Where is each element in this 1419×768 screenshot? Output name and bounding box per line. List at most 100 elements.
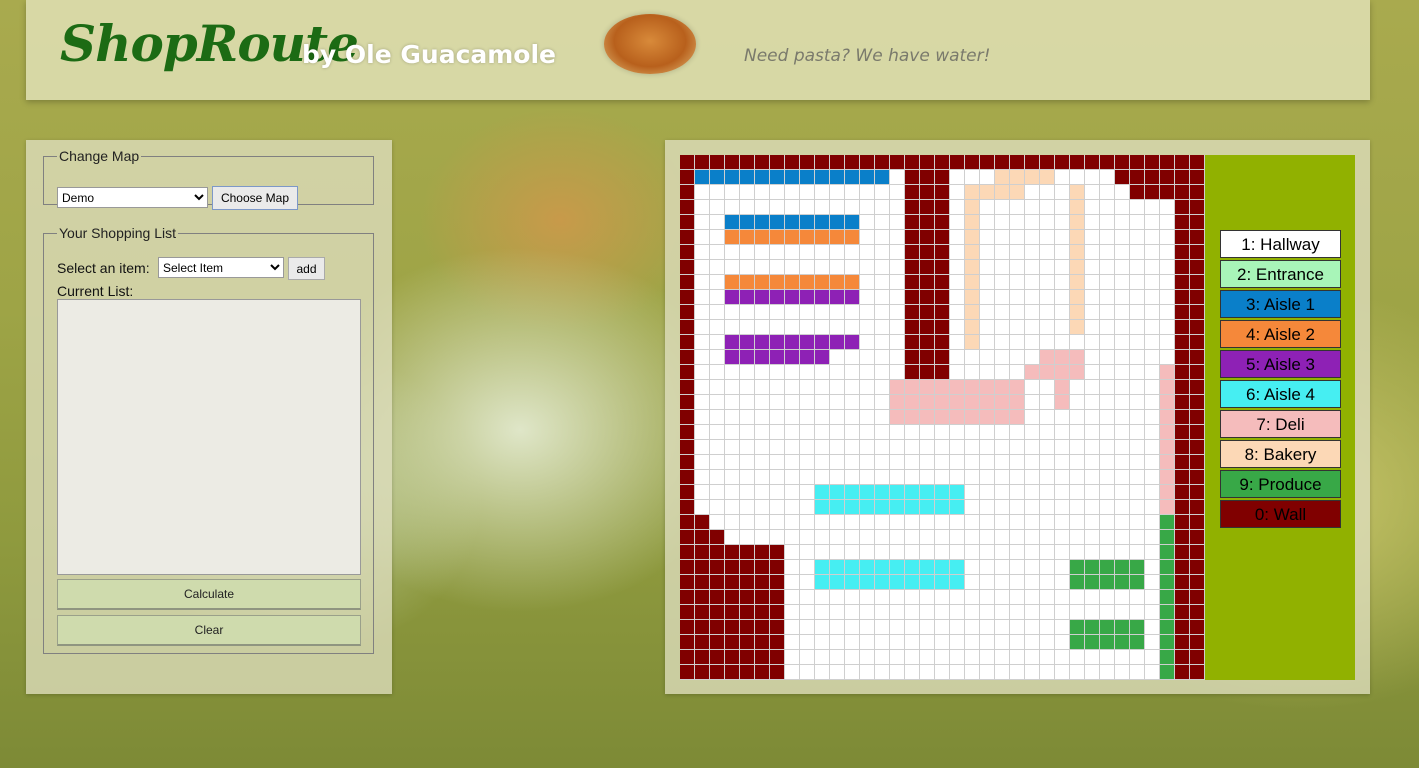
map-cell	[710, 185, 725, 200]
map-cell	[1115, 560, 1130, 575]
map-cell	[1100, 605, 1115, 620]
map-cell	[710, 365, 725, 380]
map-cell	[980, 170, 995, 185]
legend-item: 2: Entrance	[1220, 260, 1341, 288]
map-cell	[1130, 515, 1145, 530]
map-cell	[800, 590, 815, 605]
map-cell	[830, 275, 845, 290]
map-cell	[980, 155, 995, 170]
map-cell	[935, 530, 950, 545]
map-cell	[965, 365, 980, 380]
map-cell	[845, 575, 860, 590]
map-cell	[1190, 215, 1205, 230]
map-cell	[965, 200, 980, 215]
map-cell	[1085, 245, 1100, 260]
map-cell	[920, 200, 935, 215]
map-cell	[1175, 305, 1190, 320]
map-cell	[965, 620, 980, 635]
map-cell	[920, 215, 935, 230]
map-cell	[1130, 620, 1145, 635]
map-cell	[815, 275, 830, 290]
choose-map-button[interactable]: Choose Map	[212, 186, 298, 210]
map-cell	[770, 575, 785, 590]
clear-button[interactable]: Clear	[57, 615, 361, 646]
map-cell	[845, 485, 860, 500]
map-cell	[1085, 515, 1100, 530]
map-cell	[980, 200, 995, 215]
map-cell	[1100, 320, 1115, 335]
map-cell	[800, 290, 815, 305]
map-cell	[845, 545, 860, 560]
map-cell	[695, 410, 710, 425]
map-cell	[1145, 500, 1160, 515]
map-cell	[1085, 320, 1100, 335]
map-cell	[680, 380, 695, 395]
map-cell	[1175, 200, 1190, 215]
map-cell	[1070, 665, 1085, 680]
map-cell	[1010, 635, 1025, 650]
map-cell	[890, 590, 905, 605]
map-cell	[755, 170, 770, 185]
map-cell	[1160, 440, 1175, 455]
map-cell	[1040, 395, 1055, 410]
map-cell	[725, 455, 740, 470]
map-cell	[875, 380, 890, 395]
map-cell	[755, 605, 770, 620]
map-cell	[875, 560, 890, 575]
map-cell	[875, 620, 890, 635]
map-cell	[965, 320, 980, 335]
map-cell	[905, 560, 920, 575]
map-cell	[695, 560, 710, 575]
map-cell	[935, 185, 950, 200]
map-legend: 1: Hallway 2: Entrance 3: Aisle 1 4: Aisle …	[1220, 230, 1341, 530]
calculate-button[interactable]: Calculate	[57, 579, 361, 610]
map-cell	[1010, 500, 1025, 515]
map-cell	[1070, 485, 1085, 500]
map-cell	[995, 260, 1010, 275]
map-cell	[1130, 380, 1145, 395]
map-cell	[1115, 230, 1130, 245]
item-select[interactable]: Select Item	[158, 257, 284, 278]
map-cell	[1025, 515, 1040, 530]
map-cell	[965, 380, 980, 395]
map-cell	[860, 500, 875, 515]
map-cell	[785, 635, 800, 650]
map-cell	[1145, 395, 1160, 410]
map-cell	[905, 380, 920, 395]
map-cell	[1175, 635, 1190, 650]
add-item-button[interactable]: add	[288, 257, 325, 280]
map-cell	[950, 440, 965, 455]
map-cell	[1175, 350, 1190, 365]
map-cell	[995, 530, 1010, 545]
current-list-textarea[interactable]	[57, 299, 361, 575]
map-cell	[1100, 500, 1115, 515]
map-cell	[740, 170, 755, 185]
map-cell	[1160, 185, 1175, 200]
map-cell	[1115, 485, 1130, 500]
map-cell	[920, 350, 935, 365]
map-cell	[800, 455, 815, 470]
map-cell	[695, 305, 710, 320]
map-cell	[905, 425, 920, 440]
map-cell	[890, 455, 905, 470]
map-cell	[965, 395, 980, 410]
map-cell	[875, 440, 890, 455]
map-cell	[860, 650, 875, 665]
map-cell	[1085, 365, 1100, 380]
map-cell	[1115, 440, 1130, 455]
map-cell	[1100, 305, 1115, 320]
map-cell	[785, 575, 800, 590]
map-select[interactable]: Demo	[57, 187, 208, 208]
map-cell	[755, 200, 770, 215]
map-cell	[725, 440, 740, 455]
map-cell	[860, 200, 875, 215]
map-cell	[965, 350, 980, 365]
map-cell	[830, 545, 845, 560]
map-cell	[755, 455, 770, 470]
map-cell	[755, 635, 770, 650]
map-cell	[1070, 245, 1085, 260]
map-cell	[1085, 635, 1100, 650]
map-cell	[1160, 305, 1175, 320]
map-cell	[890, 290, 905, 305]
controls-panel: Change Map Demo Choose Map Your Shopping…	[26, 140, 392, 694]
